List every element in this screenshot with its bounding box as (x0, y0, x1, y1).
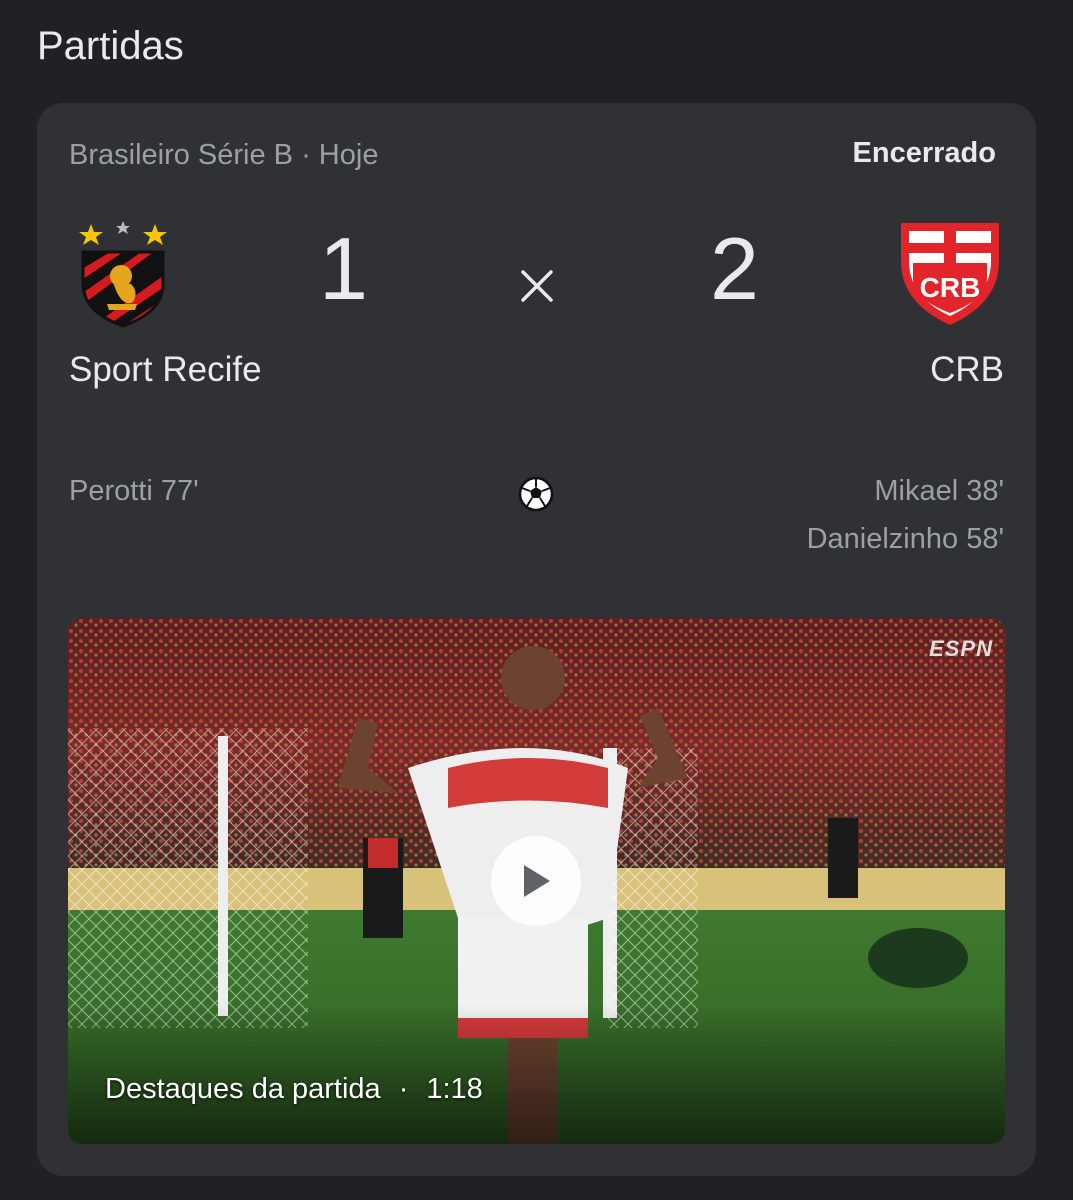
caption-separator: · (398, 1073, 409, 1105)
away-team-name[interactable]: CRB (930, 350, 1004, 390)
play-icon (524, 865, 550, 897)
competition-label: Brasileiro Série B · Hoje (69, 139, 379, 171)
away-score: 2 (710, 219, 759, 318)
crb-crest-text: CRB (920, 272, 981, 303)
away-scorers: Mikael 38' Danielzinho 58' (807, 467, 1004, 563)
away-scorer: Mikael 38' (874, 475, 1004, 507)
match-status: Encerrado (852, 137, 996, 169)
away-scorer: Danielzinho 58' (806, 523, 1004, 555)
broadcaster-logo: ESPN (929, 636, 993, 661)
video-title: Destaques da partida (105, 1073, 381, 1105)
home-team-name[interactable]: Sport Recife (69, 350, 262, 390)
crb-crest-icon: CRB (901, 223, 999, 325)
soccer-ball-icon (518, 476, 554, 512)
home-scorer: Perotti 77' (69, 475, 199, 507)
sport-recife-crest-icon (79, 221, 167, 328)
section-title: Partidas (37, 24, 184, 68)
highlights-video[interactable]: ESPN Destaques da partida · 1:18 (68, 618, 1005, 1144)
video-duration: 1:18 (426, 1073, 483, 1105)
versus-icon (521, 270, 553, 302)
home-score: 1 (319, 219, 368, 318)
play-button[interactable] (491, 836, 581, 926)
home-scorers: Perotti 77' (69, 467, 199, 515)
match-card[interactable]: Brasileiro Série B · Hoje Encerrado 1 2 (37, 103, 1036, 1176)
video-caption: Destaques da partida · 1:18 (105, 1073, 483, 1106)
